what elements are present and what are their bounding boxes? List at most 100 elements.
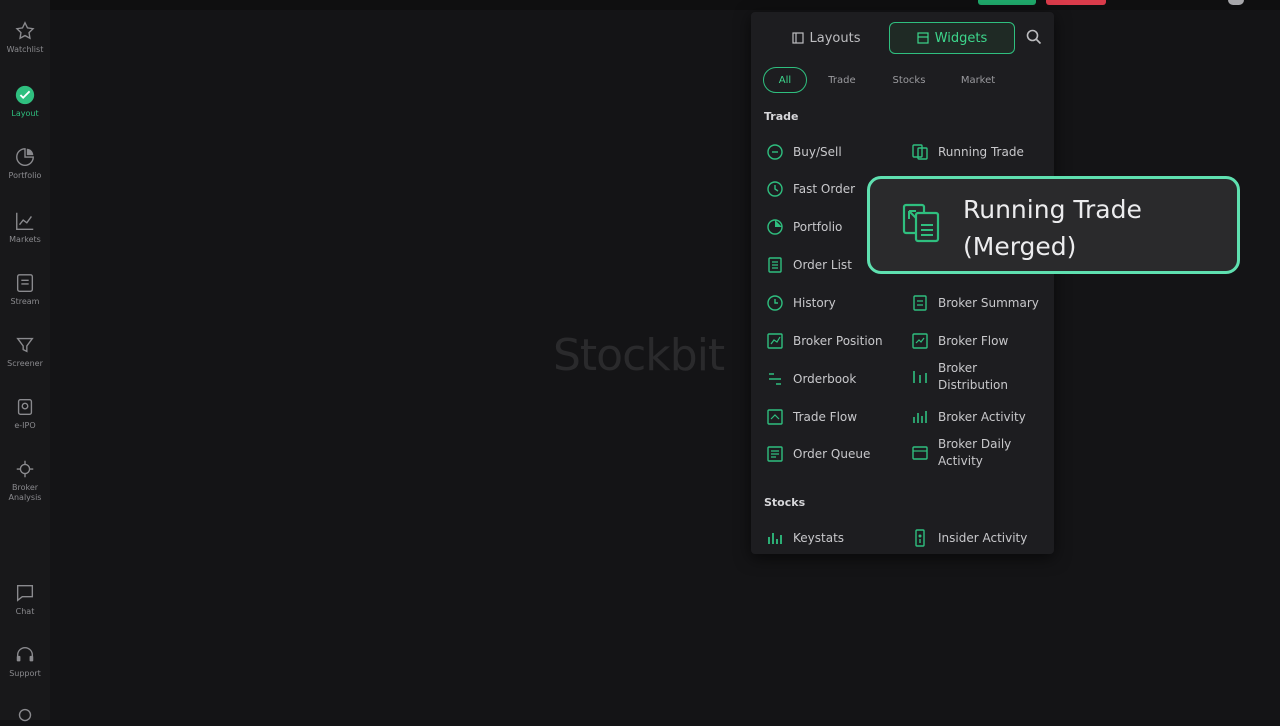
widget-history[interactable]: History xyxy=(765,293,836,313)
sidebar-item-chat[interactable]: Chat xyxy=(0,582,50,617)
buy-button[interactable] xyxy=(978,0,1036,5)
sidebar-item-label: Support xyxy=(9,669,41,678)
sidebar-item-label: e-IPO xyxy=(14,421,36,430)
search-icon[interactable] xyxy=(1025,28,1043,46)
history-icon xyxy=(767,295,783,311)
broker-distribution-icon xyxy=(913,371,927,383)
pie-chart-icon xyxy=(16,148,34,166)
sidebar-item-watchlist[interactable]: Watchlist xyxy=(0,20,50,55)
widget-order-list[interactable]: Order List xyxy=(765,255,852,275)
broker-activity-icon xyxy=(913,411,927,423)
sidebar-item-support[interactable]: Support xyxy=(0,644,50,679)
highlight-callout-running-trade-merged: Running Trade (Merged) xyxy=(867,176,1240,274)
running-trade-icon xyxy=(902,203,940,243)
broker-analysis-icon xyxy=(16,460,34,478)
filter-chip-trade[interactable]: Trade xyxy=(817,67,867,93)
widget-panel: Layouts Widgets All Trade Stocks Market … xyxy=(751,12,1054,554)
sidebar-item-label: Markets xyxy=(9,235,41,244)
insider-activity-icon xyxy=(915,529,925,547)
filter-icon xyxy=(16,337,34,353)
widget-keystats[interactable]: Keystats xyxy=(765,528,844,548)
widget-buy-sell[interactable]: Buy/Sell xyxy=(765,142,842,162)
sidebar-item-label: Broker Analysis xyxy=(8,483,42,502)
sidebar-item-settings[interactable] xyxy=(0,704,50,726)
buy-sell-icon xyxy=(767,144,783,160)
widget-broker-daily-activity[interactable]: Broker Daily Activity xyxy=(910,436,1040,470)
sidebar-item-label: Stream xyxy=(10,297,40,306)
broker-summary-icon xyxy=(913,295,927,311)
sidebar: Watchlist Layout Portfolio Markets Strea… xyxy=(0,0,50,722)
watermark-logo: Stockbit xyxy=(553,330,725,381)
tab-label: Widgets xyxy=(934,30,988,46)
widget-label: Running Trade xyxy=(938,144,1024,159)
widget-label: Broker Distribution xyxy=(938,361,1009,392)
orderbook-icon xyxy=(769,373,781,385)
widget-label: Broker Summary xyxy=(938,295,1039,310)
order-queue-icon xyxy=(767,446,783,462)
chart-icon xyxy=(16,212,34,230)
widget-portfolio[interactable]: Portfolio xyxy=(765,217,842,237)
sidebar-item-label: Screener xyxy=(7,359,43,368)
widget-order-queue[interactable]: Order Queue xyxy=(765,444,870,464)
sidebar-item-portfolio[interactable]: Portfolio xyxy=(0,146,50,181)
sidebar-item-broker-analysis[interactable]: Broker Analysis xyxy=(0,458,50,503)
widget-running-trade[interactable]: Running Trade xyxy=(910,142,1024,162)
widget-label: Trade Flow xyxy=(793,409,858,424)
widget-broker-summary[interactable]: Broker Summary xyxy=(910,293,1039,313)
section-heading-stocks: Stocks xyxy=(764,496,806,509)
widget-orderbook[interactable]: Orderbook xyxy=(765,369,856,389)
widget-icon xyxy=(917,32,929,44)
pie-chart-icon xyxy=(767,219,783,235)
widget-insider-activity[interactable]: Insider Activity xyxy=(910,528,1027,548)
widget-trade-flow[interactable]: Trade Flow xyxy=(765,407,857,427)
filter-chip-stocks[interactable]: Stocks xyxy=(877,67,941,93)
widget-fast-order[interactable]: Fast Order xyxy=(765,179,855,199)
sidebar-item-label: Chat xyxy=(15,607,35,616)
tab-widgets[interactable]: Widgets xyxy=(889,22,1015,54)
widget-label: Order Queue xyxy=(793,446,871,461)
top-bar xyxy=(50,0,1280,10)
keystats-icon xyxy=(768,533,782,544)
layout-icon xyxy=(15,85,35,105)
sidebar-item-layout[interactable]: Layout xyxy=(0,84,50,119)
section-heading-trade: Trade xyxy=(764,110,799,123)
widget-label: Broker Flow xyxy=(938,333,1009,348)
sidebar-item-stream[interactable]: Stream xyxy=(0,272,50,307)
sidebar-item-label: Watchlist xyxy=(6,45,44,54)
avatar[interactable] xyxy=(1228,0,1244,5)
widget-label: Broker Activity xyxy=(938,409,1026,424)
callout-label: Running Trade (Merged) xyxy=(963,195,1142,261)
widget-broker-flow[interactable]: Broker Flow xyxy=(910,331,1008,351)
ipo-icon xyxy=(17,398,33,416)
tab-label: Layouts xyxy=(809,30,861,46)
tab-layouts[interactable]: Layouts xyxy=(765,22,887,54)
list-icon xyxy=(768,257,782,273)
fast-order-icon xyxy=(767,181,783,197)
widget-broker-position[interactable]: Broker Position xyxy=(765,331,883,351)
stream-icon xyxy=(16,274,34,292)
widget-broker-activity[interactable]: Broker Activity xyxy=(910,407,1026,427)
widget-label: Buy/Sell xyxy=(793,144,842,159)
sidebar-item-label: Portfolio xyxy=(8,171,42,180)
broker-position-icon xyxy=(767,333,783,349)
widget-label: Broker Daily Activity xyxy=(938,437,1012,468)
sidebar-item-markets[interactable]: Markets xyxy=(0,210,50,245)
trade-flow-icon xyxy=(767,409,783,425)
star-icon xyxy=(15,21,35,40)
sidebar-item-label: Layout xyxy=(11,109,39,118)
widget-label: Broker Position xyxy=(793,333,883,348)
broker-daily-activity-icon xyxy=(912,446,928,460)
widget-label: Portfolio xyxy=(793,219,843,234)
sell-button[interactable] xyxy=(1046,0,1106,5)
widget-label: Insider Activity xyxy=(938,530,1028,545)
widget-label: Fast Order xyxy=(793,181,856,196)
gear-icon xyxy=(18,708,32,722)
widget-label: Order List xyxy=(793,257,852,272)
sidebar-item-e-ipo[interactable]: e-IPO xyxy=(0,396,50,431)
sidebar-item-screener[interactable]: Screener xyxy=(0,334,50,369)
filter-chip-market[interactable]: Market xyxy=(949,67,1007,93)
widget-label: Keystats xyxy=(793,530,845,545)
chat-icon xyxy=(16,584,34,602)
widget-broker-distribution[interactable]: Broker Distribution xyxy=(910,360,1040,394)
filter-chip-all[interactable]: All xyxy=(763,67,807,93)
